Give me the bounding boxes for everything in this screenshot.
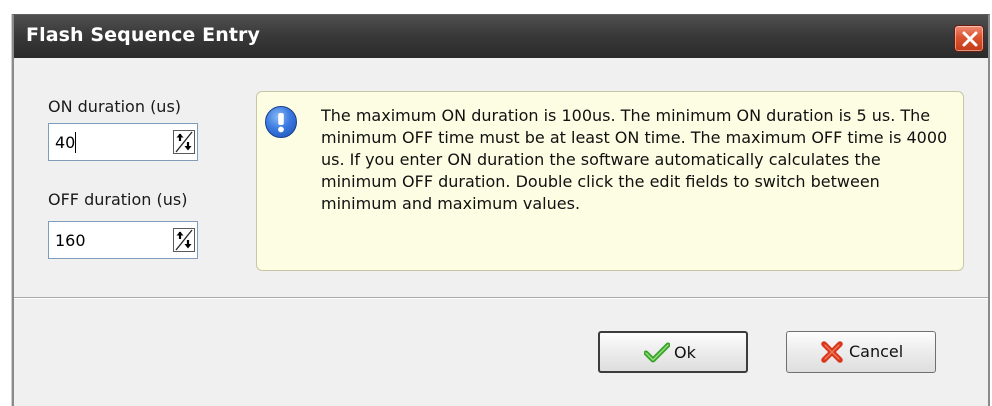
checkmark-icon <box>644 342 670 363</box>
info-panel: The maximum ON duration is 100us. The mi… <box>256 91 964 271</box>
on-duration-spin-button[interactable] <box>173 130 195 154</box>
off-duration-spin-button[interactable] <box>173 228 195 252</box>
on-duration-label: ON duration (us) <box>48 97 182 116</box>
exclamation-icon <box>265 106 297 138</box>
on-duration-value: 40 <box>55 133 76 152</box>
ok-button-label: Ok <box>674 343 696 362</box>
up-down-arrows-icon <box>175 229 193 251</box>
cancel-button-label: Cancel <box>849 342 904 361</box>
cancel-button[interactable]: Cancel <box>786 331 936 373</box>
off-duration-value: 160 <box>55 231 86 250</box>
title-bar[interactable]: Flash Sequence Entry <box>14 15 988 58</box>
off-duration-field[interactable]: 160 <box>48 221 198 259</box>
up-down-arrows-icon <box>175 131 193 153</box>
close-icon <box>962 31 978 47</box>
off-duration-label: OFF duration (us) <box>48 190 188 209</box>
window-title: Flash Sequence Entry <box>26 24 260 46</box>
button-separator <box>14 297 988 299</box>
ok-button[interactable]: Ok <box>598 331 748 373</box>
on-duration-field[interactable]: 40 <box>48 123 198 161</box>
text-caret <box>75 132 76 153</box>
close-button[interactable] <box>954 25 984 52</box>
info-message: The maximum ON duration is 100us. The mi… <box>321 106 948 213</box>
red-x-icon <box>821 341 843 363</box>
flash-sequence-dialog: Flash Sequence Entry ON duration (us) 40… <box>12 14 990 406</box>
